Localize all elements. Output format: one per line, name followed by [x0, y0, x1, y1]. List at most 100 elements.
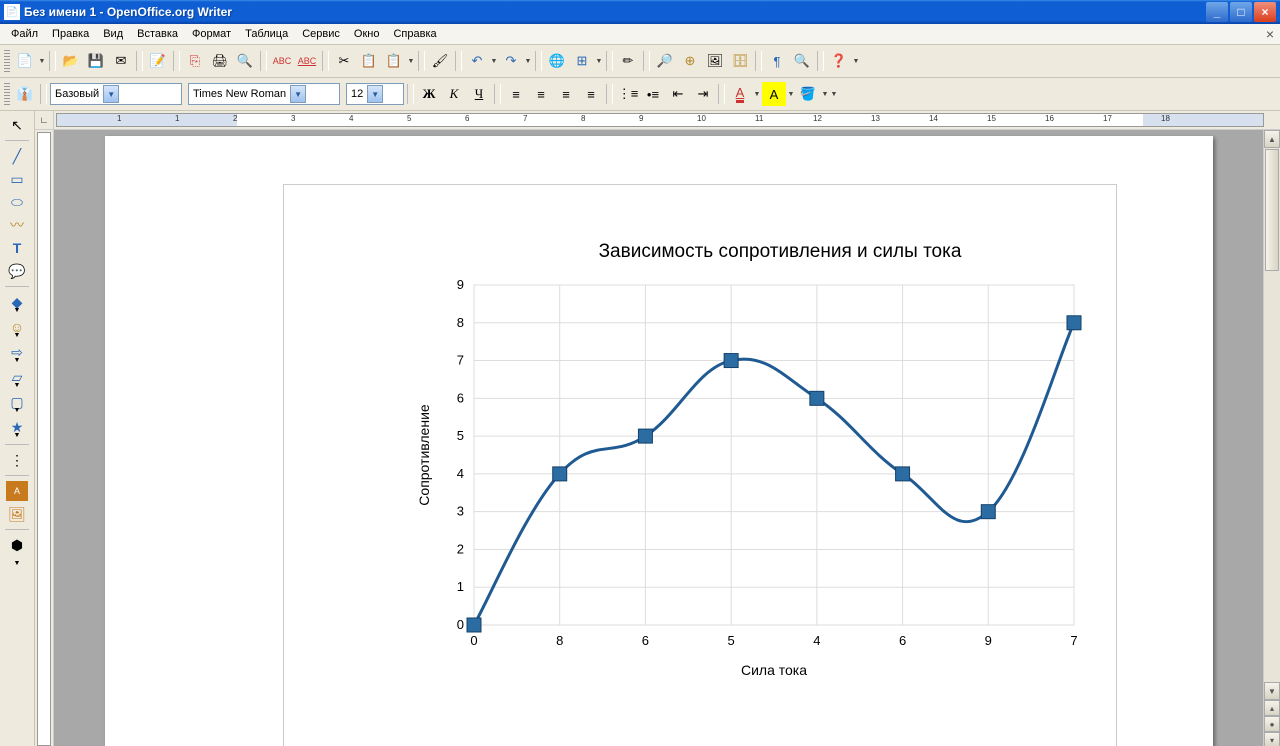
- navigator-button[interactable]: ⊕: [678, 49, 702, 73]
- horizontal-ruler-row: ∟ 1123456789101112131415161718: [35, 111, 1280, 130]
- from-file-tool[interactable]: 🖼: [6, 504, 28, 524]
- copy-button[interactable]: 📋: [357, 49, 381, 73]
- minimize-button[interactable]: _: [1206, 2, 1228, 22]
- svg-text:5: 5: [456, 428, 463, 443]
- align-left-button[interactable]: ≡: [504, 82, 528, 106]
- menu-service[interactable]: Сервис: [295, 26, 347, 42]
- editor-zone: ∟ 1123456789101112131415161718 Зависимос…: [35, 111, 1280, 746]
- menu-edit[interactable]: Правка: [45, 26, 96, 42]
- background-color-dropdown[interactable]: ▼: [821, 91, 829, 98]
- find-button[interactable]: 🔎: [653, 49, 677, 73]
- underline-button[interactable]: Ч: [467, 82, 491, 106]
- datasources-button[interactable]: 🗄: [728, 49, 752, 73]
- horizontal-ruler[interactable]: 1123456789101112131415161718: [56, 113, 1264, 127]
- highlight-button[interactable]: A: [762, 82, 786, 106]
- chart-object[interactable]: Зависимость сопротивления и силы тока012…: [283, 184, 1117, 746]
- paste-dropdown[interactable]: ▼: [407, 58, 415, 65]
- print-preview-button[interactable]: 🔍: [233, 49, 257, 73]
- line-tool[interactable]: ╱: [6, 146, 28, 166]
- autospell-button[interactable]: ABC: [295, 49, 319, 73]
- fontwork-tool[interactable]: A: [6, 481, 28, 501]
- gallery-button[interactable]: 🖼: [703, 49, 727, 73]
- menu-table[interactable]: Таблица: [238, 26, 295, 42]
- prev-page-button[interactable]: ▴: [1264, 700, 1280, 716]
- maximize-button[interactable]: □: [1230, 2, 1252, 22]
- align-right-button[interactable]: ≡: [554, 82, 578, 106]
- toolbar-grip[interactable]: [4, 50, 10, 72]
- font-color-dropdown[interactable]: ▼: [753, 91, 761, 98]
- freeform-tool[interactable]: 〰: [6, 215, 28, 235]
- points-tool[interactable]: ⋮: [6, 450, 28, 470]
- menu-insert[interactable]: Вставка: [130, 26, 185, 42]
- table-button[interactable]: ⊞: [570, 49, 594, 73]
- numbered-list-button[interactable]: ⋮≡: [616, 82, 640, 106]
- ellipse-tool[interactable]: ⬭: [6, 192, 28, 212]
- svg-text:6: 6: [641, 633, 648, 648]
- toolbar-overflow[interactable]: ▼: [852, 58, 860, 65]
- align-center-button[interactable]: ≡: [529, 82, 553, 106]
- toolbar-grip[interactable]: [4, 83, 10, 105]
- email-button[interactable]: ✉: [109, 49, 133, 73]
- help-button[interactable]: ❓: [827, 49, 851, 73]
- rectangle-tool[interactable]: ▭: [6, 169, 28, 189]
- format-paintbrush-button[interactable]: 🖌: [428, 49, 452, 73]
- highlight-dropdown[interactable]: ▼: [787, 91, 795, 98]
- toolbar-overflow[interactable]: ▼: [830, 91, 838, 98]
- menu-file[interactable]: Файл: [4, 26, 45, 42]
- font-size-combo[interactable]: 12▼: [346, 83, 404, 105]
- styles-button[interactable]: 👔: [13, 82, 37, 106]
- increase-indent-button[interactable]: ⇥: [691, 82, 715, 106]
- vertical-ruler-col: [35, 130, 54, 746]
- nav-button[interactable]: ●: [1264, 716, 1280, 732]
- svg-text:6: 6: [456, 390, 463, 405]
- menu-format[interactable]: Формат: [185, 26, 238, 42]
- menu-help[interactable]: Справка: [386, 26, 443, 42]
- paste-button[interactable]: 📋: [382, 49, 406, 73]
- vertical-ruler[interactable]: [37, 132, 51, 746]
- scroll-down-button[interactable]: ▼: [1264, 682, 1280, 700]
- svg-text:0: 0: [470, 633, 477, 648]
- print-button[interactable]: 🖨: [208, 49, 232, 73]
- redo-dropdown[interactable]: ▼: [524, 58, 532, 65]
- redo-button[interactable]: ↷: [499, 49, 523, 73]
- font-name-combo[interactable]: Times New Roman▼: [188, 83, 340, 105]
- paragraph-style-combo[interactable]: Базовый▼: [50, 83, 182, 105]
- extrusion-tool[interactable]: ⬢: [6, 535, 28, 555]
- menu-window[interactable]: Окно: [347, 26, 387, 42]
- background-color-button[interactable]: 🪣: [796, 82, 820, 106]
- new-dropdown[interactable]: ▼: [38, 58, 46, 65]
- table-dropdown[interactable]: ▼: [595, 58, 603, 65]
- open-button[interactable]: 📂: [59, 49, 83, 73]
- align-justify-button[interactable]: ≡: [579, 82, 603, 106]
- spellcheck-button[interactable]: ABC: [270, 49, 294, 73]
- hyperlink-button[interactable]: 🌐: [545, 49, 569, 73]
- export-pdf-button[interactable]: ⎘: [183, 49, 207, 73]
- undo-button[interactable]: ↶: [465, 49, 489, 73]
- vscroll-thumb[interactable]: [1265, 149, 1279, 271]
- edit-file-button[interactable]: 📝: [146, 49, 170, 73]
- next-page-button[interactable]: ▾: [1264, 732, 1280, 746]
- close-document-button[interactable]: ×: [1266, 26, 1274, 42]
- bullet-list-button[interactable]: •≡: [641, 82, 665, 106]
- select-tool[interactable]: ↖: [6, 115, 28, 135]
- italic-button[interactable]: К: [442, 82, 466, 106]
- font-color-button[interactable]: A: [728, 82, 752, 106]
- cut-button[interactable]: ✂: [332, 49, 356, 73]
- text-tool[interactable]: T: [6, 238, 28, 258]
- standard-toolbar: 📄▼ 📂 💾 ✉ 📝 ⎘ 🖨 🔍 ABC ABC ✂ 📋 📋▼ 🖌 ↶▼ ↷▼ …: [0, 45, 1280, 78]
- callout-tool[interactable]: 💬: [6, 261, 28, 281]
- close-button[interactable]: ×: [1254, 2, 1276, 22]
- nonprinting-button[interactable]: ¶: [765, 49, 789, 73]
- decrease-indent-button[interactable]: ⇤: [666, 82, 690, 106]
- menu-view[interactable]: Вид: [96, 26, 130, 42]
- document-canvas[interactable]: Зависимость сопротивления и силы тока012…: [54, 130, 1263, 746]
- vertical-scrollbar[interactable]: ▲ ▼ ▴ ● ▾: [1263, 130, 1280, 746]
- bold-button[interactable]: Ж: [417, 82, 441, 106]
- zoom-button[interactable]: 🔍: [790, 49, 814, 73]
- scroll-up-button[interactable]: ▲: [1264, 130, 1280, 148]
- save-button[interactable]: 💾: [84, 49, 108, 73]
- new-button[interactable]: 📄: [13, 49, 37, 73]
- svg-text:8: 8: [556, 633, 563, 648]
- undo-dropdown[interactable]: ▼: [490, 58, 498, 65]
- show-draw-button[interactable]: ✏: [616, 49, 640, 73]
